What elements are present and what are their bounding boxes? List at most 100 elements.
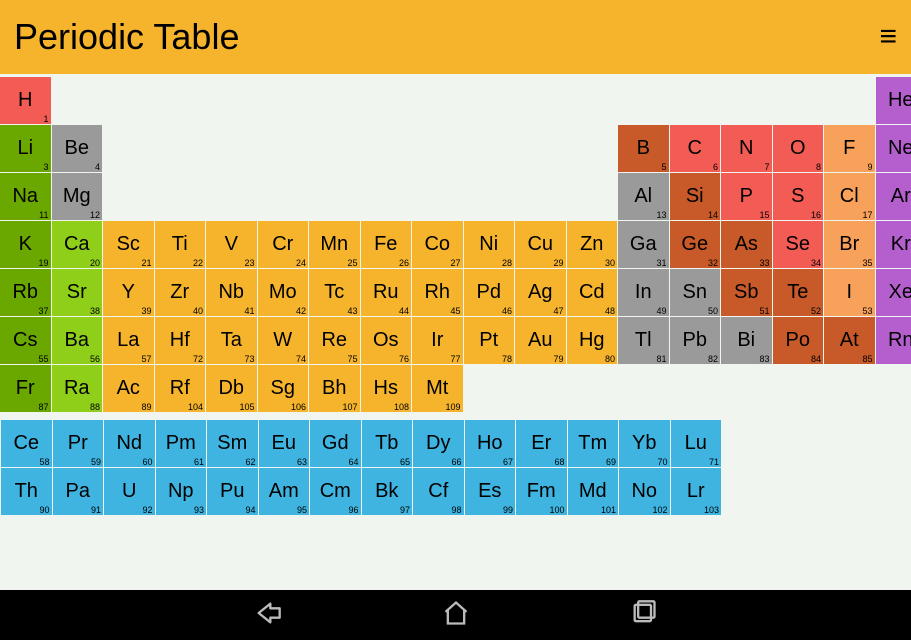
element-cell-ra[interactable]: Ra88 [52,365,103,412]
element-cell-md[interactable]: Md101 [568,468,619,515]
element-cell-in[interactable]: In49 [618,269,669,316]
element-cell-si[interactable]: Si14 [670,173,721,220]
element-cell-ar[interactable]: Ar18 [876,173,911,220]
element-cell-nd[interactable]: Nd60 [104,420,155,467]
element-cell-li[interactable]: Li3 [0,125,51,172]
element-cell-k[interactable]: K19 [0,221,51,268]
element-cell-se[interactable]: Se34 [773,221,824,268]
element-cell-c[interactable]: C6 [670,125,721,172]
element-cell-mn[interactable]: Mn25 [309,221,360,268]
element-cell-cr[interactable]: Cr24 [258,221,309,268]
element-cell-cs[interactable]: Cs55 [0,317,51,364]
home-icon[interactable] [442,599,470,632]
element-cell-ir[interactable]: Ir77 [412,317,463,364]
element-cell-cl[interactable]: Cl17 [824,173,875,220]
element-cell-rb[interactable]: Rb37 [0,269,51,316]
element-cell-gd[interactable]: Gd64 [310,420,361,467]
element-cell-o[interactable]: O8 [773,125,824,172]
element-cell-tl[interactable]: Tl81 [618,317,669,364]
element-cell-w[interactable]: W74 [258,317,309,364]
element-cell-pa[interactable]: Pa91 [53,468,104,515]
element-cell-rn[interactable]: Rn86 [876,317,911,364]
element-cell-th[interactable]: Th90 [1,468,52,515]
element-cell-pt[interactable]: Pt78 [464,317,515,364]
element-cell-fm[interactable]: Fm100 [516,468,567,515]
element-cell-la[interactable]: La57 [103,317,154,364]
element-cell-b[interactable]: B5 [618,125,669,172]
element-cell-sc[interactable]: Sc21 [103,221,154,268]
element-cell-rf[interactable]: Rf104 [155,365,206,412]
element-cell-p[interactable]: P15 [721,173,772,220]
element-cell-al[interactable]: Al13 [618,173,669,220]
element-cell-ta[interactable]: Ta73 [206,317,257,364]
element-cell-hg[interactable]: Hg80 [567,317,618,364]
element-cell-cd[interactable]: Cd48 [567,269,618,316]
element-cell-ac[interactable]: Ac89 [103,365,154,412]
element-cell-lu[interactable]: Lu71 [671,420,722,467]
element-cell-be[interactable]: Be4 [52,125,103,172]
element-cell-np[interactable]: Np93 [156,468,207,515]
element-cell-ga[interactable]: Ga31 [618,221,669,268]
element-cell-n[interactable]: N7 [721,125,772,172]
element-cell-bh[interactable]: Bh107 [309,365,360,412]
element-cell-dy[interactable]: Dy66 [413,420,464,467]
element-cell-xe[interactable]: Xe54 [876,269,911,316]
element-cell-rh[interactable]: Rh45 [412,269,463,316]
element-cell-lr[interactable]: Lr103 [671,468,722,515]
element-cell-po[interactable]: Po84 [773,317,824,364]
element-cell-nb[interactable]: Nb41 [206,269,257,316]
element-cell-ca[interactable]: Ca20 [52,221,103,268]
element-cell-s[interactable]: S16 [773,173,824,220]
element-cell-re[interactable]: Re75 [309,317,360,364]
element-cell-db[interactable]: Db105 [206,365,257,412]
element-cell-f[interactable]: F9 [824,125,875,172]
element-cell-ni[interactable]: Ni28 [464,221,515,268]
element-cell-ba[interactable]: Ba56 [52,317,103,364]
element-cell-fr[interactable]: Fr87 [0,365,51,412]
element-cell-zr[interactable]: Zr40 [155,269,206,316]
element-cell-es[interactable]: Es99 [465,468,516,515]
element-cell-zn[interactable]: Zn30 [567,221,618,268]
element-cell-mg[interactable]: Mg12 [52,173,103,220]
element-cell-eu[interactable]: Eu63 [259,420,310,467]
element-cell-at[interactable]: At85 [824,317,875,364]
element-cell-kr[interactable]: Kr36 [876,221,911,268]
element-cell-bi[interactable]: Bi83 [721,317,772,364]
element-cell-ti[interactable]: Ti22 [155,221,206,268]
element-cell-pr[interactable]: Pr59 [53,420,104,467]
element-cell-sg[interactable]: Sg106 [258,365,309,412]
element-cell-ge[interactable]: Ge32 [670,221,721,268]
element-cell-bk[interactable]: Bk97 [362,468,413,515]
element-cell-os[interactable]: Os76 [361,317,412,364]
element-cell-cf[interactable]: Cf98 [413,468,464,515]
element-cell-hf[interactable]: Hf72 [155,317,206,364]
element-cell-no[interactable]: No102 [619,468,670,515]
element-cell-ho[interactable]: Ho67 [465,420,516,467]
element-cell-br[interactable]: Br35 [824,221,875,268]
recents-icon[interactable] [630,599,658,632]
element-cell-u[interactable]: U92 [104,468,155,515]
element-cell-ru[interactable]: Ru44 [361,269,412,316]
element-cell-tc[interactable]: Tc43 [309,269,360,316]
element-cell-he[interactable]: He2 [876,77,911,124]
menu-icon[interactable]: ≡ [879,22,897,52]
element-cell-yb[interactable]: Yb70 [619,420,670,467]
element-cell-cu[interactable]: Cu29 [515,221,566,268]
element-cell-pu[interactable]: Pu94 [207,468,258,515]
element-cell-sb[interactable]: Sb51 [721,269,772,316]
element-cell-ne[interactable]: Ne10 [876,125,911,172]
element-cell-na[interactable]: Na11 [0,173,51,220]
element-cell-pb[interactable]: Pb82 [670,317,721,364]
element-cell-mo[interactable]: Mo42 [258,269,309,316]
element-cell-v[interactable]: V23 [206,221,257,268]
element-cell-y[interactable]: Y39 [103,269,154,316]
element-cell-pd[interactable]: Pd46 [464,269,515,316]
element-cell-co[interactable]: Co27 [412,221,463,268]
element-cell-fe[interactable]: Fe26 [361,221,412,268]
element-cell-mt[interactable]: Mt109 [412,365,463,412]
element-cell-tm[interactable]: Tm69 [568,420,619,467]
element-cell-as[interactable]: As33 [721,221,772,268]
element-cell-h[interactable]: H1 [0,77,51,124]
element-cell-cm[interactable]: Cm96 [310,468,361,515]
element-cell-sn[interactable]: Sn50 [670,269,721,316]
